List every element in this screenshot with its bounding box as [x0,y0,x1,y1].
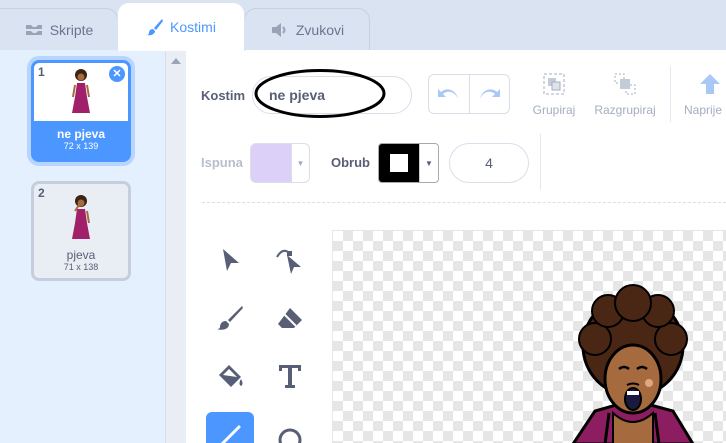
costume-item-1[interactable]: 1 ✕ ne pjeva 72 x 139 [31,60,131,162]
redo-button[interactable] [470,75,510,113]
fill-color-swatch [251,144,291,182]
ungroup-icon [614,73,636,95]
fill-color-picker[interactable]: ▼ [250,143,310,183]
group-icon [543,73,565,95]
tab-costumes[interactable]: Kostimi [117,2,245,51]
code-icon [25,24,42,35]
forward-label: Naprije [684,103,723,117]
toolbar-divider [540,134,541,190]
reshape-icon [276,249,301,274]
tab-code[interactable]: Skripte [0,8,118,50]
undo-icon [437,89,458,99]
singer-thumbnail-icon [72,69,90,113]
circle-tool[interactable] [266,412,314,443]
toolbar-divider [670,66,671,122]
brush-tool[interactable] [206,294,254,342]
scroll-up-icon[interactable] [171,58,181,64]
editor-tabs: Skripte Kostimi Zvukovi [0,0,726,51]
outline-color-swatch [379,144,419,182]
annotation-ellipse [254,69,386,118]
reshape-tool[interactable] [266,236,314,284]
delete-costume-button[interactable]: ✕ [109,66,125,82]
tab-code-label: Skripte [49,21,94,38]
costume-item-2[interactable]: 2 pjeva 71 x 138 [31,181,131,281]
text-tool[interactable] [266,352,314,400]
fill-icon [219,365,243,387]
group-label: Grupiraj [532,103,576,117]
line-icon [220,425,241,443]
paint-editor: Kostim ne pjeva Grupiraj Razgrupiraj Nap… [186,50,726,443]
arrow-up-icon [700,74,720,94]
costume-thumbnail [34,190,128,246]
costume-name-label: Kostim [201,88,246,103]
outline-label: Obrub [331,155,370,170]
singer-costume-image [571,284,695,443]
costume-size: 72 x 139 [63,141,99,151]
ungroup-button[interactable]: Razgrupiraj [590,72,660,117]
text-icon [279,365,301,388]
paint-canvas[interactable] [332,230,726,443]
ungroup-label: Razgrupiraj [594,103,656,117]
redo-icon [480,89,501,99]
fill-label: Ispuna [201,155,243,170]
singer-thumbnail-icon [72,195,90,239]
costume-thumbnail: 1 ✕ [34,63,128,121]
chevron-down-icon: ▼ [291,144,309,182]
circle-icon [278,428,302,443]
costume-list-scrollbar[interactable] [165,50,185,443]
forward-button[interactable]: Naprije [684,72,726,117]
outline-width-input[interactable]: 4 [449,143,529,183]
costume-number: 1 [38,65,45,79]
tab-sounds[interactable]: Zvukovi [244,8,370,50]
costume-name: pjeva [66,248,96,262]
eraser-icon [278,308,302,328]
select-tool[interactable] [206,236,254,284]
eraser-tool[interactable] [266,294,314,342]
toolbar-separator [202,202,726,203]
tab-sounds-label: Zvukovi [295,21,345,38]
costume-size: 71 x 138 [63,262,99,272]
chevron-down-icon: ▼ [419,144,438,182]
fill-tool[interactable] [206,352,254,400]
line-tool[interactable] [206,412,254,443]
tab-costumes-label: Kostimi [170,19,216,35]
costume-name: ne pjeva [56,127,106,141]
outline-color-picker[interactable]: ▼ [378,143,439,183]
speaker-icon [271,22,286,37]
paintbrush-icon [147,19,164,36]
undo-redo-group [428,74,510,114]
undo-button[interactable] [429,75,470,113]
group-button[interactable]: Grupiraj [526,72,582,117]
select-icon [223,249,239,271]
brush-icon [217,306,243,330]
